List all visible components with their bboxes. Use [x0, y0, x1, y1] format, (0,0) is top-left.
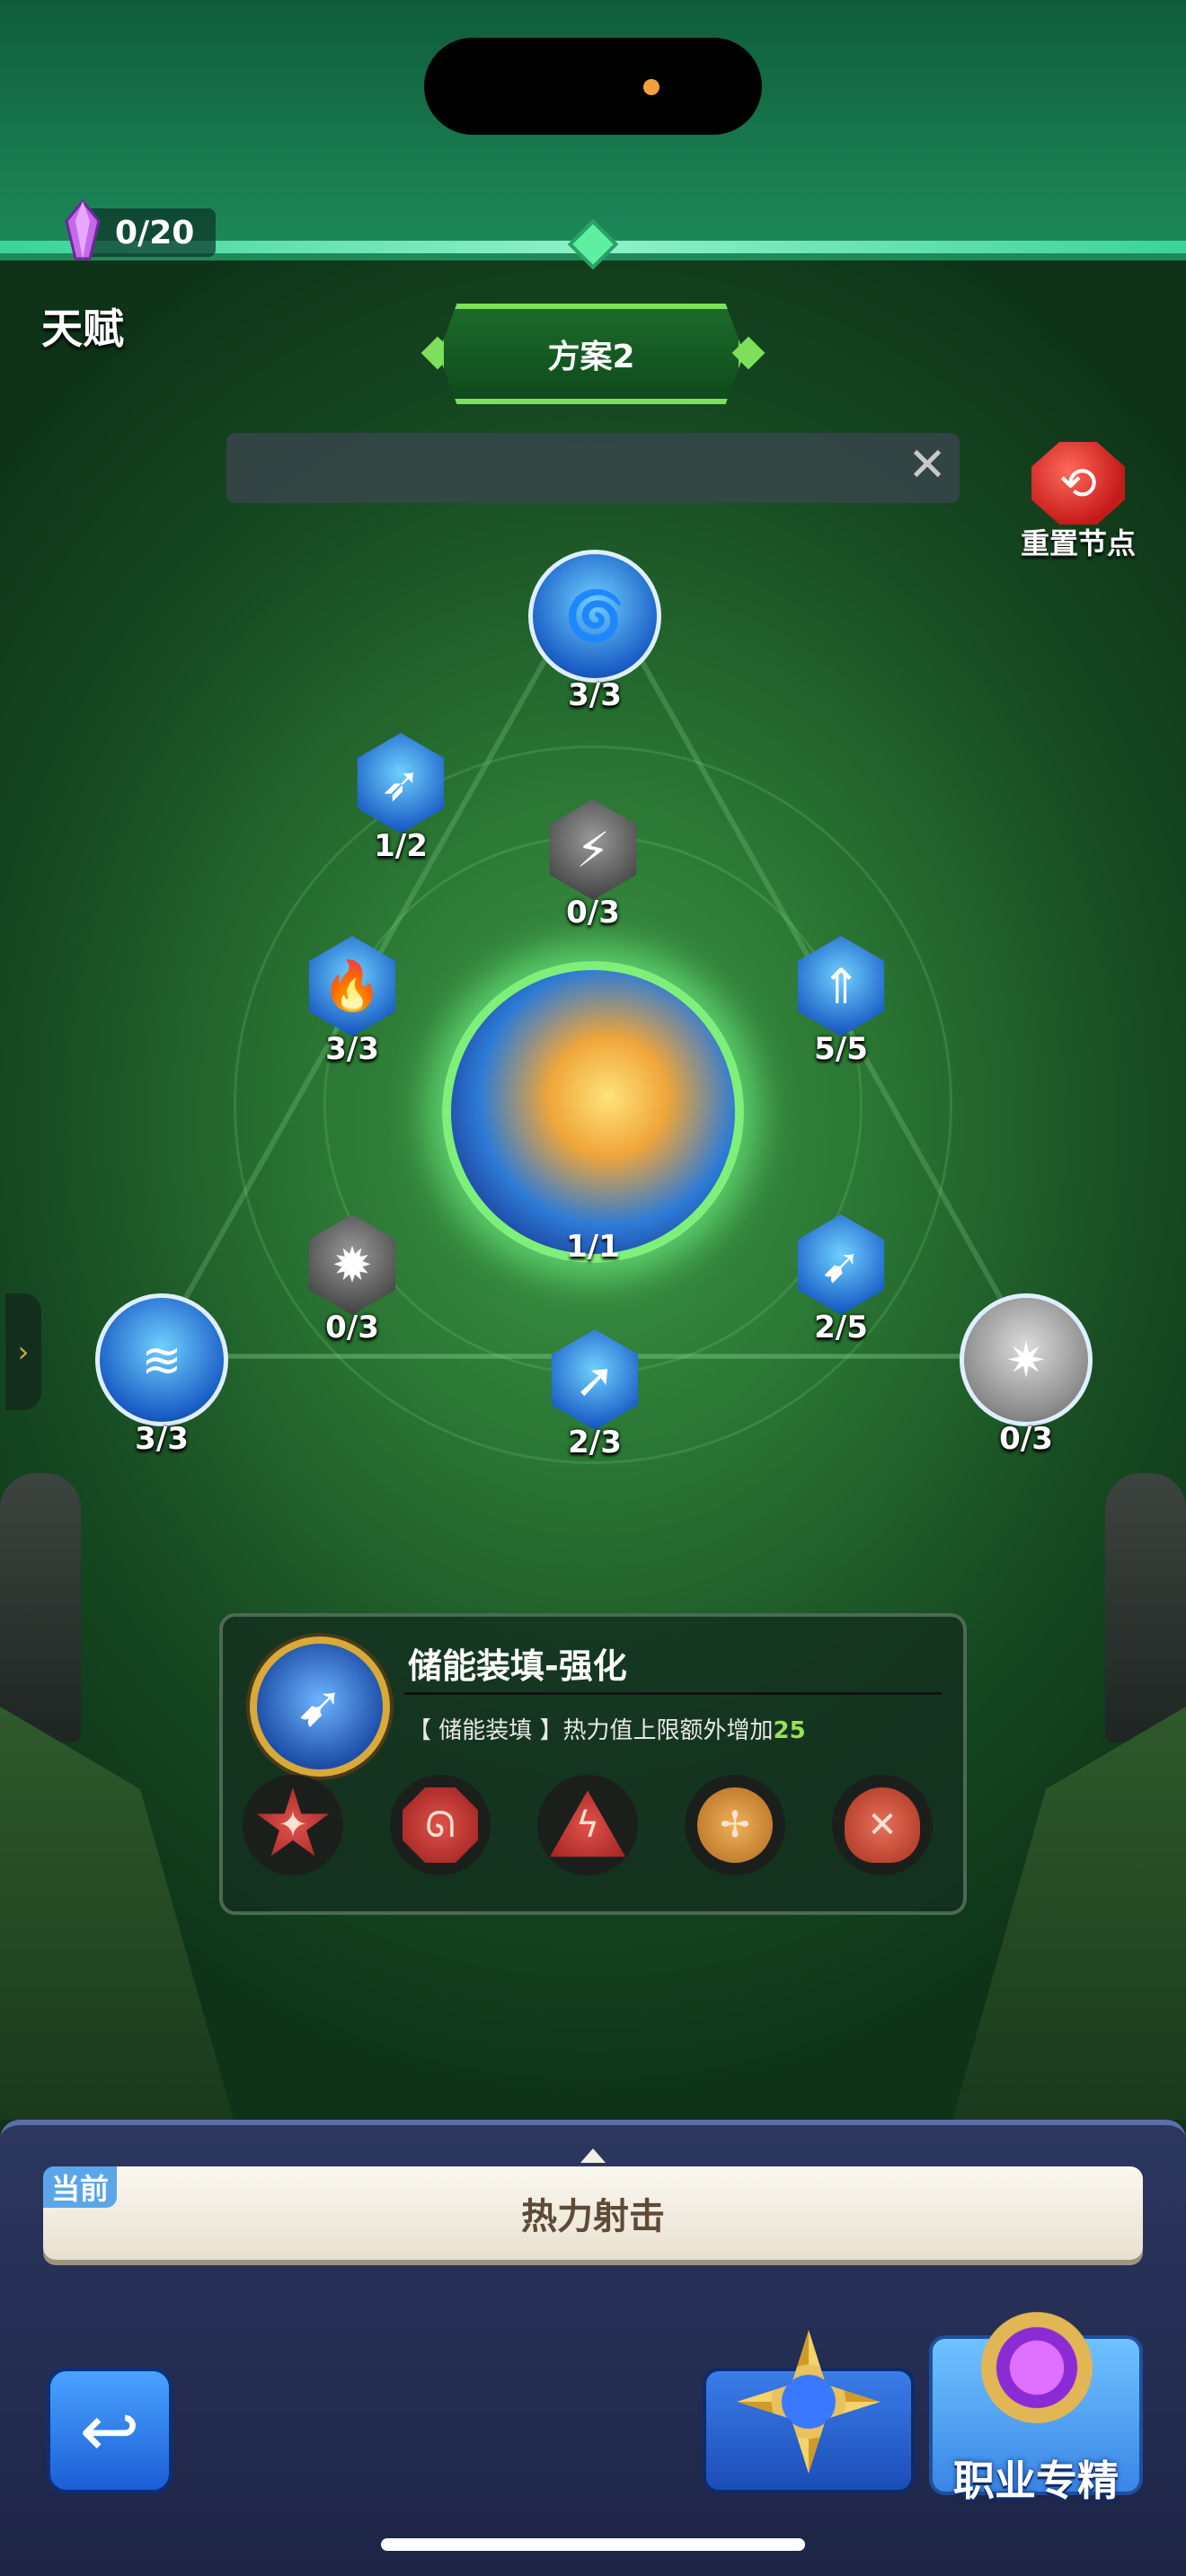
core-talent-count: 1/1: [566, 1229, 620, 1265]
cliff-left: [0, 1707, 234, 2120]
charge-load-icon: ➹: [296, 1673, 344, 1740]
skill-name: 储能装填-强化: [408, 1646, 627, 1686]
talent-node-mid-left[interactable]: 🔥 3/3: [302, 936, 403, 1067]
talent-node-lower-left[interactable]: ✹ 0/3: [302, 1214, 403, 1345]
talent-node-upper-left[interactable]: ➶ 1/2: [350, 733, 451, 864]
skill-divider: [404, 1692, 942, 1695]
cliff-right: [952, 1707, 1186, 2120]
talent-node-mid-right[interactable]: ⇑ 5/5: [791, 936, 891, 1067]
rune-slot-5[interactable]: ✕: [832, 1775, 933, 1875]
wind-swirl-icon: 🌀: [564, 587, 625, 644]
shatter-icon: ✷: [1005, 1331, 1047, 1389]
home-indicator[interactable]: [381, 2538, 805, 2551]
talent-node-upper-center[interactable]: ⚡ 0/3: [543, 799, 643, 931]
talent-node-lower-right[interactable]: ➹ 2/5: [791, 1214, 891, 1345]
compass-gem-icon: [728, 2321, 890, 2483]
current-tag: 当前: [43, 2166, 117, 2208]
talent-node-far-left[interactable]: ≋ 3/3: [95, 1293, 228, 1457]
charge-load-icon: ➹: [820, 1236, 862, 1293]
star-rune-icon: ✦: [256, 1787, 330, 1857]
rune-slot-1[interactable]: ✦: [243, 1775, 343, 1875]
blue-flame-icon: 🔥: [322, 957, 383, 1014]
purple-orb-emblem-icon: [974, 2305, 1100, 2430]
piercing-arrow-icon: ➶: [380, 754, 421, 812]
triangle-rune-icon: ϟ: [550, 1790, 625, 1857]
octagon-rune-icon: ᘏ: [403, 1787, 478, 1863]
lightning-bolt-icon: ⚡: [576, 821, 610, 878]
rune-slot-4[interactable]: ✢: [685, 1775, 785, 1875]
vortex-icon: ≋: [141, 1331, 182, 1389]
owl-statue-left: [0, 1473, 81, 1742]
rune-slot-3[interactable]: ϟ: [537, 1775, 638, 1875]
talent-node-bottom[interactable]: ➚ 2/3: [544, 1329, 645, 1460]
selected-skill-icon: ➹: [250, 1636, 390, 1777]
rune-slot-2[interactable]: ᘏ: [390, 1775, 491, 1875]
talent-node-far-right[interactable]: ✷ 0/3: [960, 1293, 1093, 1457]
core-talent-node[interactable]: [442, 961, 744, 1263]
current-skill-bar[interactable]: 热力射击: [43, 2166, 1143, 2260]
owl-statue-right: [1105, 1473, 1186, 1742]
shield-rune-icon: ✕: [845, 1787, 920, 1863]
talent-node-top[interactable]: 🌀 3/3: [528, 550, 661, 713]
skill-description: 【 储能装填 】热力值上限额外增加25: [408, 1717, 806, 1744]
side-expand-arrow[interactable]: ›: [5, 1293, 41, 1410]
arrow-burst-icon: ⇑: [820, 957, 862, 1015]
skill-desc-value: 25: [773, 1717, 806, 1744]
arrow-strike-icon: ➚: [574, 1351, 615, 1408]
class-specialization-label: 职业专精: [953, 2457, 1119, 2505]
shuriken-rune-icon: ✢: [697, 1787, 773, 1863]
back-button[interactable]: ↩: [47, 2368, 173, 2493]
spiked-shell-icon: ✹: [332, 1236, 373, 1293]
return-arrow-icon: ↩: [79, 2388, 140, 2473]
